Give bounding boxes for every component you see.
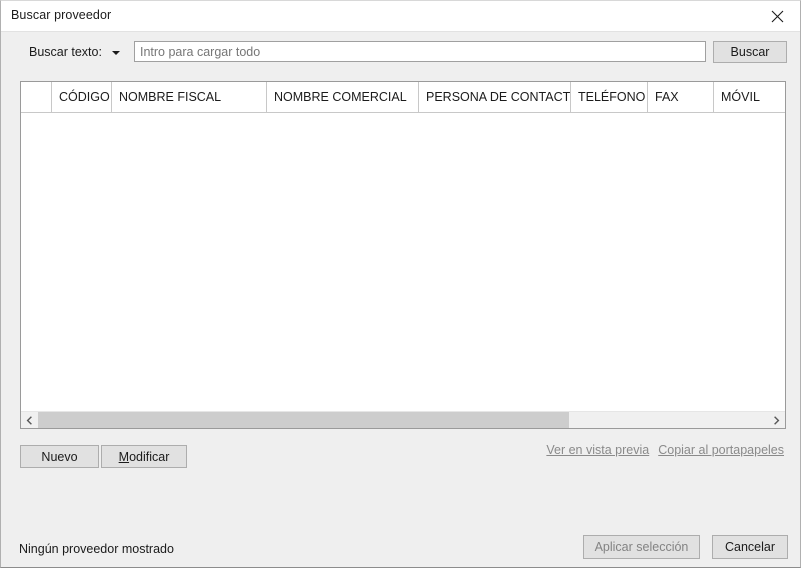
nuevo-button[interactable]: Nuevo: [20, 445, 99, 468]
search-row: Buscar texto: Buscar: [1, 32, 800, 71]
grid-body[interactable]: [21, 113, 785, 411]
results-grid: CÓDIGO NOMBRE FISCAL NOMBRE COMERCIAL PE…: [20, 81, 786, 429]
chevron-down-icon[interactable]: [112, 51, 120, 55]
status-text: Ningún proveedor mostrado: [19, 542, 174, 556]
ver-en-vista-previa-link[interactable]: Ver en vista previa: [546, 443, 649, 457]
chevron-left-icon[interactable]: [21, 412, 38, 428]
grid-links: Ver en vista previa Copiar al portapapel…: [546, 443, 784, 457]
footer-separator: [1, 493, 800, 494]
search-label: Buscar texto:: [29, 45, 102, 59]
grid-column-telefono[interactable]: TELÉFONO: [571, 82, 648, 112]
close-icon: [771, 10, 784, 22]
cancelar-button[interactable]: Cancelar: [712, 535, 788, 559]
grid-column-movil[interactable]: MÓVIL: [714, 82, 785, 112]
buscar-proveedor-dialog: Buscar proveedor Buscar texto: Buscar CÓ…: [0, 0, 801, 568]
window-title: Buscar proveedor: [11, 8, 112, 22]
copiar-al-portapapeles-link[interactable]: Copiar al portapapeles: [658, 443, 784, 457]
buscar-button[interactable]: Buscar: [713, 41, 787, 63]
title-bar: Buscar proveedor: [1, 1, 800, 32]
modificar-label-rest: odificar: [129, 449, 170, 464]
close-button[interactable]: [755, 1, 800, 31]
aplicar-seleccion-button[interactable]: Aplicar selección: [583, 535, 700, 559]
grid-column-select[interactable]: [21, 82, 52, 112]
grid-horizontal-scrollbar[interactable]: [21, 411, 785, 428]
grid-column-nombre-comercial[interactable]: NOMBRE COMERCIAL: [267, 82, 419, 112]
scrollbar-thumb[interactable]: [38, 412, 569, 428]
search-input[interactable]: [134, 41, 706, 62]
grid-column-fax[interactable]: FAX: [648, 82, 714, 112]
modificar-button[interactable]: Modificar: [101, 445, 187, 468]
grid-column-nombre-fiscal[interactable]: NOMBRE FISCAL: [112, 82, 267, 112]
chevron-right-icon[interactable]: [768, 412, 785, 428]
grid-column-persona-contacto[interactable]: PERSONA DE CONTACTO: [419, 82, 571, 112]
modificar-mnemonic: M: [118, 449, 130, 464]
grid-column-codigo[interactable]: CÓDIGO: [52, 82, 112, 112]
grid-header-row: CÓDIGO NOMBRE FISCAL NOMBRE COMERCIAL PE…: [21, 82, 785, 113]
